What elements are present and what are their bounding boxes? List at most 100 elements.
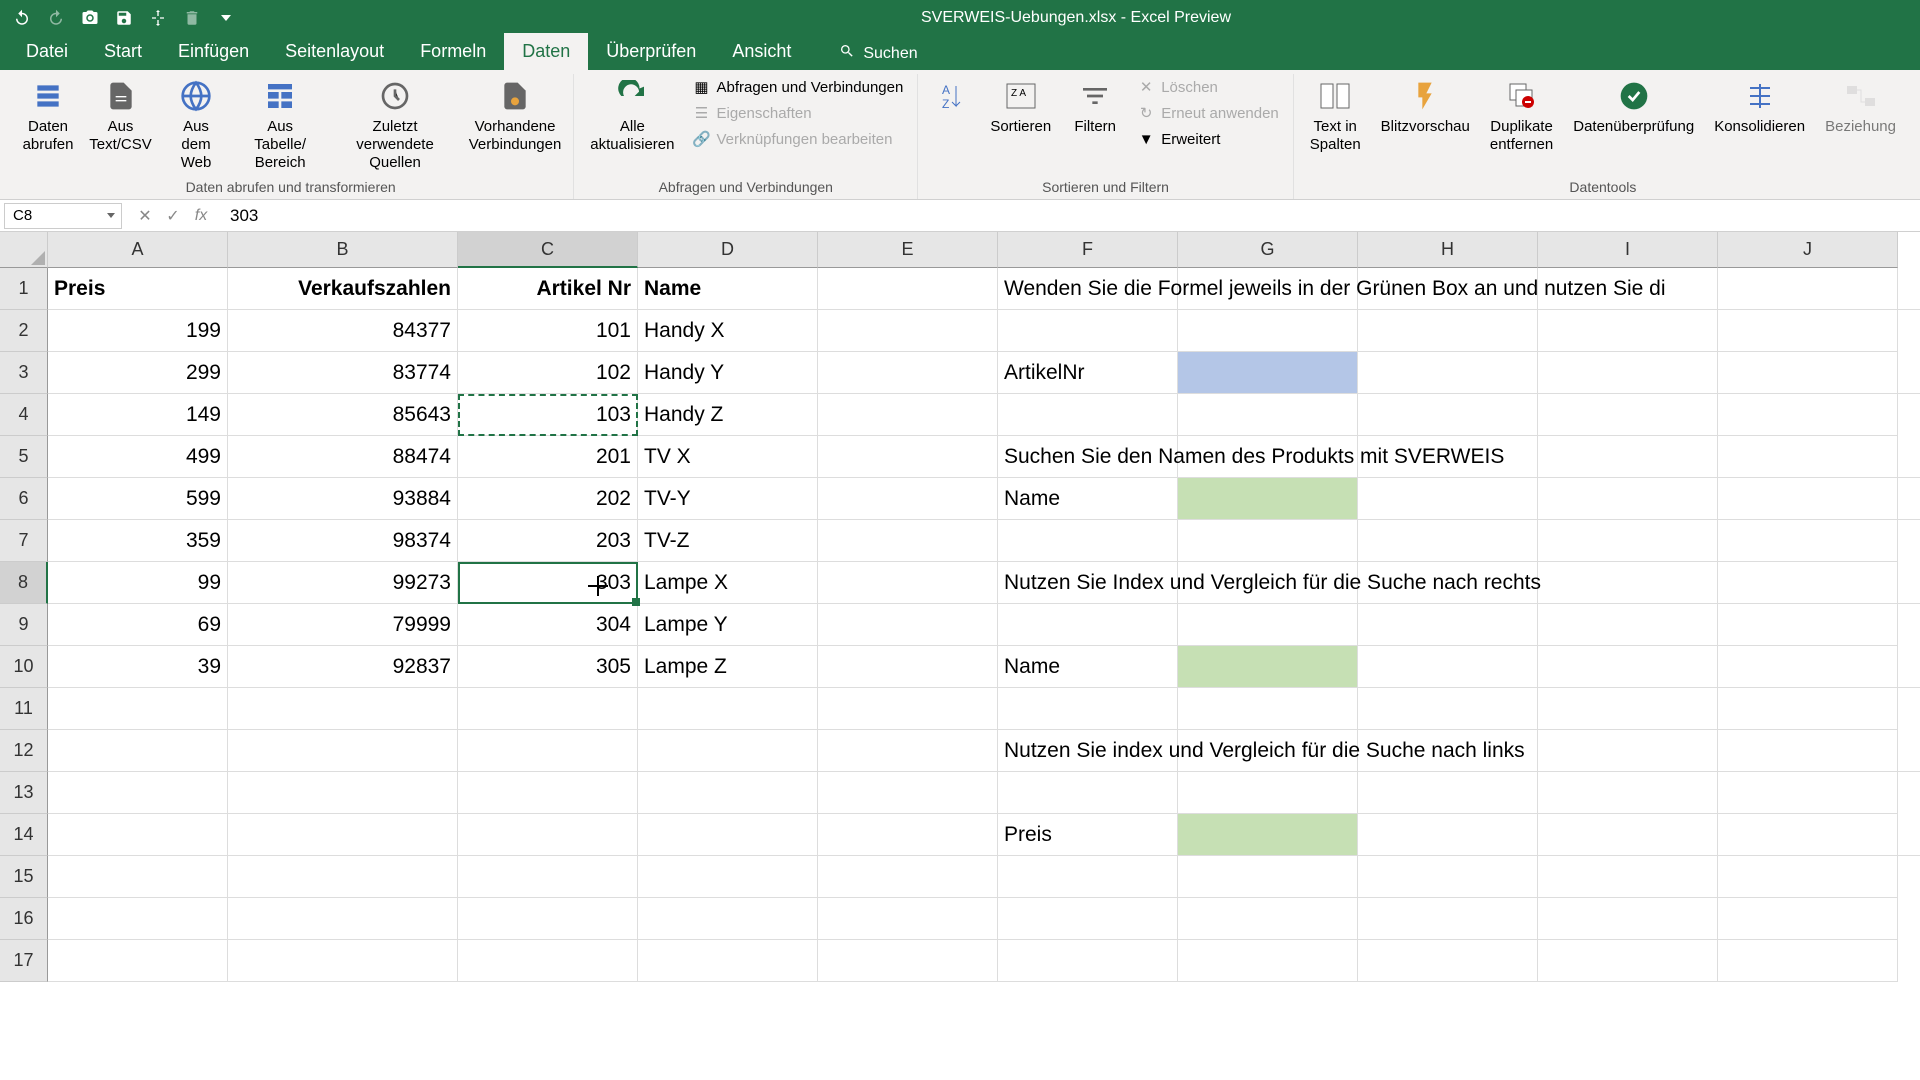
cell[interactable]: 103 [458,394,638,436]
cell[interactable]: 202 [458,478,638,520]
cell[interactable] [458,856,638,898]
cell[interactable] [818,436,998,478]
cell[interactable] [48,898,228,940]
col-header-J[interactable]: J [1718,232,1898,268]
cell[interactable] [458,772,638,814]
cell[interactable]: TV X [638,436,818,478]
verknuepfungen-button[interactable]: 🔗Verknüpfungen bearbeiten [688,128,907,150]
tab-formeln[interactable]: Formeln [402,33,504,70]
cell[interactable] [638,814,818,856]
cell[interactable]: Preis [48,268,228,310]
row-header-12[interactable]: 12 [0,730,48,772]
cell[interactable]: 499 [48,436,228,478]
clear-button[interactable] [178,4,206,32]
cell[interactable] [998,772,1178,814]
aus-tabelle-button[interactable]: Aus Tabelle/ Bereich [237,74,323,176]
cell[interactable] [1718,772,1898,814]
cell[interactable] [1178,310,1358,352]
cell[interactable] [228,898,458,940]
row-header-6[interactable]: 6 [0,478,48,520]
cell[interactable]: 83774 [228,352,458,394]
qat-dropdown[interactable] [212,4,240,32]
tab-datei[interactable]: Datei [8,33,86,70]
row-header-11[interactable]: 11 [0,688,48,730]
tab-daten[interactable]: Daten [504,33,588,70]
cell[interactable] [1178,478,1358,520]
row-header-7[interactable]: 7 [0,520,48,562]
cell[interactable]: 303 [458,562,638,604]
cell[interactable] [818,898,998,940]
cell[interactable] [48,772,228,814]
cell[interactable]: 84377 [228,310,458,352]
cell[interactable] [228,772,458,814]
cell[interactable] [638,772,818,814]
cell[interactable] [1358,604,1538,646]
row-header-4[interactable]: 4 [0,394,48,436]
cell[interactable] [458,940,638,982]
row-header-13[interactable]: 13 [0,772,48,814]
cell[interactable] [1538,688,1718,730]
save-button[interactable] [110,4,138,32]
undo-button[interactable] [8,4,36,32]
cell[interactable]: Lampe X [638,562,818,604]
enter-formula-button[interactable]: ✓ [160,203,186,229]
col-header-G[interactable]: G [1178,232,1358,268]
cell[interactable]: 149 [48,394,228,436]
cell[interactable] [998,310,1178,352]
cell[interactable] [48,940,228,982]
row-header-2[interactable]: 2 [0,310,48,352]
cell[interactable]: Name [998,646,1920,688]
cell[interactable] [818,814,998,856]
cell[interactable] [818,352,998,394]
row-header-10[interactable]: 10 [0,646,48,688]
cell[interactable]: 599 [48,478,228,520]
cell[interactable] [458,688,638,730]
aus-text-button[interactable]: Aus Text/CSV [86,74,155,158]
row-header-5[interactable]: 5 [0,436,48,478]
cell[interactable] [1178,394,1358,436]
cell[interactable] [1718,940,1898,982]
cell[interactable] [818,604,998,646]
row-header-17[interactable]: 17 [0,940,48,982]
col-header-D[interactable]: D [638,232,818,268]
cell[interactable]: 305 [458,646,638,688]
cell[interactable] [1178,898,1358,940]
cell[interactable] [818,394,998,436]
daten-abrufen-button[interactable]: Daten abrufen [18,74,78,158]
cell[interactable] [228,688,458,730]
vorhandene-button[interactable]: Vorhandene Verbindungen [467,74,563,158]
cell[interactable] [458,814,638,856]
cell[interactable] [818,478,998,520]
row-header-9[interactable]: 9 [0,604,48,646]
select-all-corner[interactable] [0,232,48,268]
cell[interactable] [1538,394,1718,436]
row-header-8[interactable]: 8 [0,562,48,604]
cell[interactable]: 92837 [228,646,458,688]
cell[interactable] [638,688,818,730]
aus-web-button[interactable]: Aus dem Web [163,74,229,176]
cell[interactable] [818,646,998,688]
col-header-F[interactable]: F [998,232,1178,268]
redo-button[interactable] [42,4,70,32]
cell[interactable]: Handy X [638,310,818,352]
cell[interactable] [458,898,638,940]
text-spalten-button[interactable]: Text in Spalten [1304,74,1367,158]
cell[interactable] [1358,772,1538,814]
touch-mode-button[interactable] [144,4,172,32]
cell[interactable] [998,394,1178,436]
cell[interactable] [638,898,818,940]
cell[interactable] [1538,856,1718,898]
cell[interactable] [1178,814,1358,856]
cell[interactable]: 359 [48,520,228,562]
camera-button[interactable] [76,4,104,32]
cell[interactable]: 98374 [228,520,458,562]
sortieren-button[interactable]: Z ASortieren [984,74,1057,140]
spreadsheet-grid[interactable]: ABCDEFGHIJ 1234567891011121314151617 Pre… [0,232,1920,1080]
cell[interactable] [1538,898,1718,940]
filtern-button[interactable]: Filtern [1065,74,1125,140]
row-header-15[interactable]: 15 [0,856,48,898]
blitzvorschau-button[interactable]: Blitzvorschau [1375,74,1476,140]
col-header-B[interactable]: B [228,232,458,268]
cell[interactable] [1718,604,1898,646]
cell[interactable] [818,310,998,352]
